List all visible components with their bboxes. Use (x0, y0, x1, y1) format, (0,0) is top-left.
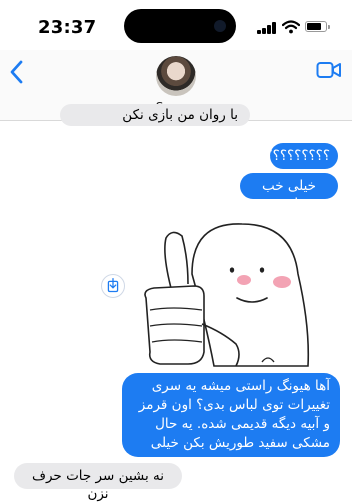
wifi-icon (282, 20, 300, 34)
message-text: خیلی خب باشه (261, 178, 317, 212)
thumbs-up-sticker[interactable] (132, 214, 328, 370)
message-text: ؟؟؟؟؟؟؟؟؟ (265, 148, 331, 164)
status-time: 23:37 (38, 17, 97, 38)
message-text: آها هیونگ راستی میشه یه سری تغییرات توی … (138, 378, 330, 470)
avatar[interactable] (156, 56, 196, 96)
message-outgoing[interactable]: ؟؟؟؟؟؟؟؟؟ (266, 143, 338, 169)
message-text: با روان من بازی نکن (122, 107, 238, 123)
message-text: نه بشین سر جات حرف نزن (31, 468, 165, 502)
message-outgoing[interactable]: آها هیونگ راستی میشه یه سری تغییرات توی … (122, 373, 340, 470)
video-camera-icon[interactable] (316, 59, 342, 81)
message-outgoing[interactable]: خیلی خب باشه (240, 173, 338, 212)
message-incoming[interactable]: با روان من بازی نکن (60, 104, 250, 126)
download-icon (107, 278, 119, 293)
message-incoming[interactable]: نه بشین سر جات حرف نزن (14, 463, 182, 502)
dynamic-island (124, 9, 236, 43)
battery-icon (305, 21, 330, 32)
status-bar: 23:37 (0, 0, 352, 50)
chevron-left-icon[interactable] (6, 59, 28, 85)
cellular-signal-icon (257, 22, 277, 34)
save-sticker-button[interactable] (101, 274, 125, 298)
